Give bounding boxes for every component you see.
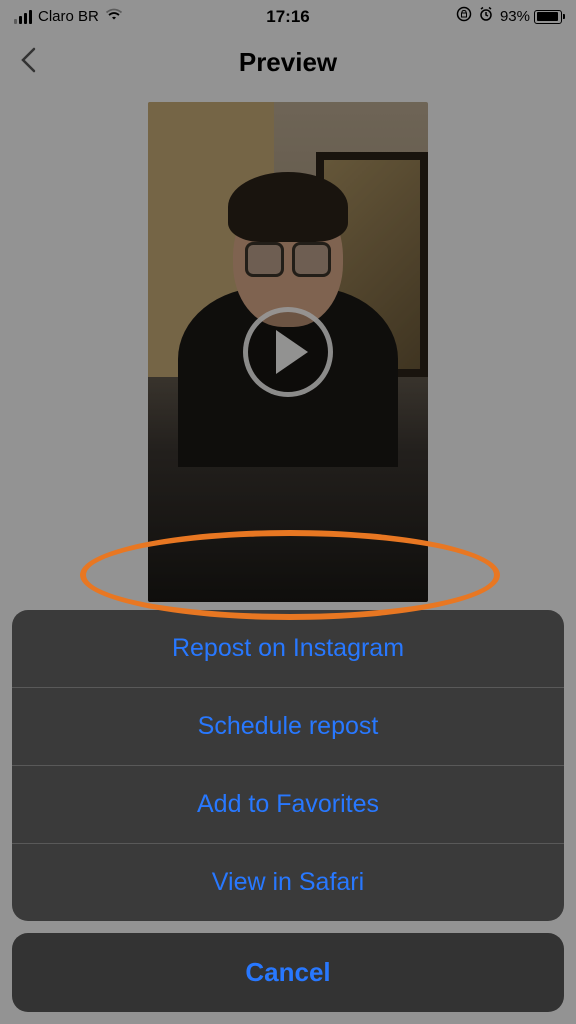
action-sheet: Repost on Instagram Schedule repost Add … bbox=[12, 610, 564, 1012]
repost-instagram-button[interactable]: Repost on Instagram bbox=[12, 610, 564, 688]
schedule-repost-button[interactable]: Schedule repost bbox=[12, 688, 564, 766]
view-safari-button[interactable]: View in Safari bbox=[12, 844, 564, 921]
action-sheet-options: Repost on Instagram Schedule repost Add … bbox=[12, 610, 564, 921]
cancel-button[interactable]: Cancel bbox=[12, 933, 564, 1012]
add-favorites-button[interactable]: Add to Favorites bbox=[12, 766, 564, 844]
